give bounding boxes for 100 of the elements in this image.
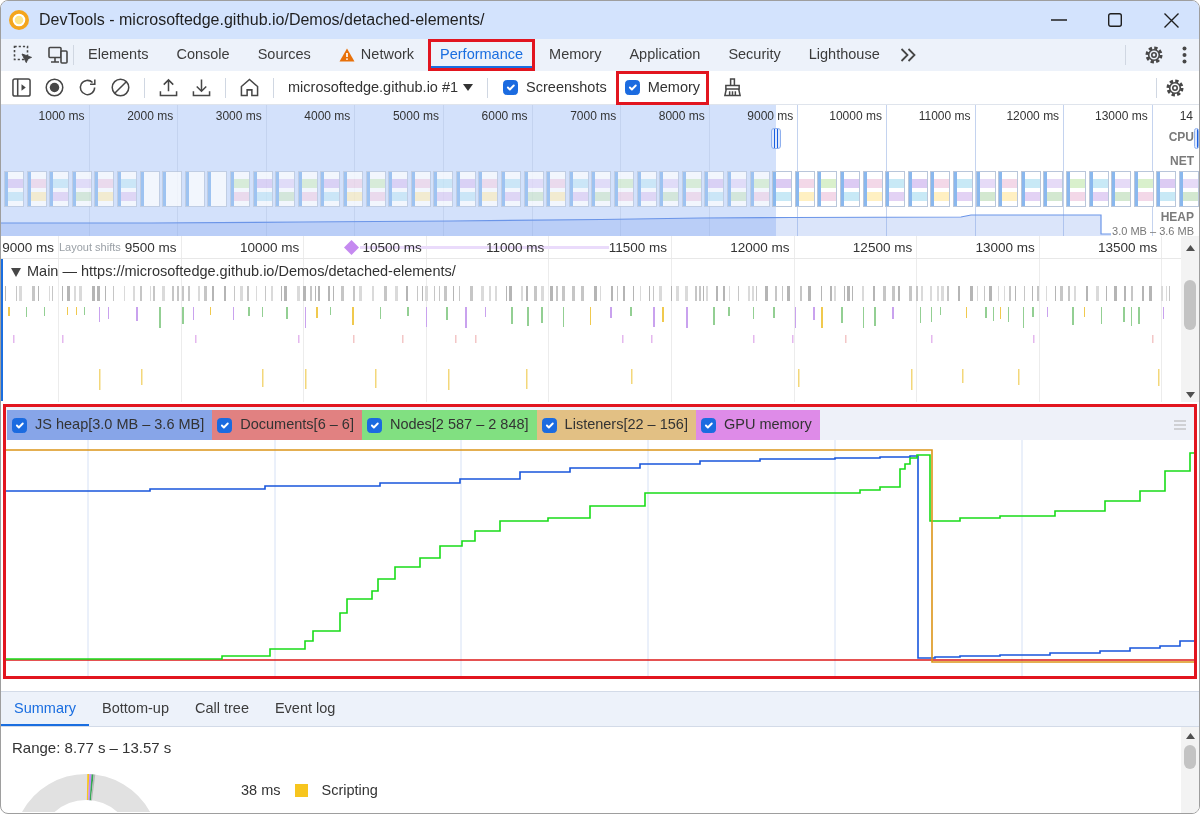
page-thumbnail [342, 171, 363, 207]
grip-lines-icon[interactable] [1174, 420, 1186, 430]
scroll-up-arrow-icon[interactable] [1185, 245, 1195, 251]
page-thumbnail [975, 171, 996, 207]
slashed-circle-icon[interactable] [111, 78, 130, 97]
scrollbar-thumb[interactable] [1184, 745, 1196, 769]
page-thumbnail [1156, 171, 1177, 207]
page-thumbnail [659, 171, 680, 207]
diamond-marker-icon[interactable] [344, 240, 359, 255]
details-tab[interactable]: Summary [1, 692, 90, 726]
page-thumbnail [930, 171, 951, 207]
time-tick-label: 9500 ms [124, 240, 177, 255]
time-tick-label: 10000 ms [239, 240, 300, 255]
time-tick-label: 5000 ms [392, 109, 439, 123]
heap-range-label: 3.0 MB – 3.6 MB [1112, 225, 1194, 238]
page-thumbnail [478, 171, 499, 207]
details-tab[interactable]: Call tree [181, 692, 262, 726]
checkbox-label: Memory [647, 77, 701, 97]
checkbox[interactable] [503, 80, 519, 95]
page-thumbnail [184, 171, 205, 207]
checkbox[interactable] [541, 417, 557, 433]
details-tab[interactable]: Bottom-up [89, 692, 182, 726]
scrollbar-thumb[interactable] [1184, 280, 1196, 330]
time-tick-label: 14 [1179, 109, 1193, 123]
settings-icon[interactable] [1144, 45, 1164, 65]
page-thumbnail [49, 171, 70, 207]
page-thumbnail [207, 171, 228, 207]
page-thumbnail [433, 171, 454, 207]
page-thumbnail [704, 171, 725, 207]
scrollbar[interactable] [1181, 236, 1199, 402]
page-thumbnail [365, 171, 386, 207]
time-tick-label: 3000 ms [215, 109, 262, 123]
devices-icon[interactable] [48, 46, 68, 64]
double-chevron-icon[interactable] [899, 48, 916, 62]
page-thumbnail [139, 171, 160, 207]
page-thumbnail [1178, 171, 1199, 207]
panel-tab[interactable]: Network [324, 39, 429, 71]
page-thumbnail [681, 171, 702, 207]
panel-tab[interactable]: Memory [535, 39, 616, 71]
page-thumbnail [455, 171, 476, 207]
page-thumbnail [4, 171, 24, 207]
page-thumbnail [727, 171, 747, 207]
range-handle[interactable] [771, 128, 781, 149]
page-thumbnail [320, 171, 341, 207]
track-label: Layout shifts [59, 240, 121, 255]
page-thumbnail [885, 171, 906, 207]
disclosure-triangle-icon[interactable] [11, 267, 21, 277]
panel-tab[interactable]: Elements [74, 39, 163, 71]
page-thumbnail [252, 171, 273, 207]
checkbox[interactable] [624, 80, 640, 95]
page-thumbnail [546, 171, 567, 207]
scroll-up-arrow-icon[interactable] [1185, 733, 1195, 739]
upload-icon[interactable] [159, 78, 178, 97]
page-thumbnail [275, 171, 296, 207]
panel-tab[interactable]: Sources [243, 39, 325, 71]
select-element-icon[interactable] [13, 45, 33, 65]
time-tick-label: 4000 ms [304, 109, 351, 123]
page-thumbnail [907, 171, 928, 207]
download-icon[interactable] [192, 78, 211, 97]
panel-tab[interactable]: Console [162, 39, 244, 71]
page-thumbnail [862, 171, 883, 207]
page-thumbnail [523, 171, 544, 207]
panel-tab[interactable]: Lighthouse [794, 39, 894, 71]
counter-label: Documents[6 – 6] [240, 415, 354, 435]
counter-label: Nodes[2 587 – 2 848] [389, 415, 529, 435]
reload-icon[interactable] [78, 78, 97, 97]
page-thumbnail [162, 171, 183, 207]
page-thumbnail [568, 171, 589, 207]
time-tick-label: 13000 ms [1095, 109, 1148, 123]
range-text: Range: 8.77 s – 13.57 s [12, 738, 173, 758]
panel-tab[interactable]: Security [714, 39, 795, 71]
time-tick-label: 7000 ms [570, 109, 617, 123]
page-thumbnail [116, 171, 137, 207]
range-handle[interactable] [1194, 128, 1199, 149]
panel-tab[interactable]: Application [615, 39, 715, 71]
record-icon[interactable] [45, 78, 64, 97]
checkbox[interactable] [700, 417, 716, 433]
checkbox[interactable] [217, 417, 233, 433]
home-icon[interactable] [240, 78, 259, 97]
checkbox[interactable] [12, 417, 27, 433]
scrollbar[interactable] [1181, 727, 1199, 813]
page-thumbnail [297, 171, 318, 207]
settings-icon[interactable] [1165, 77, 1185, 98]
time-tick-label: 10000 ms [829, 109, 882, 123]
sidebar-toggle-icon[interactable] [12, 78, 31, 97]
caret-down-icon [463, 84, 474, 91]
broom-icon[interactable] [723, 78, 743, 97]
app-logo-icon [9, 10, 29, 30]
time-tick-label: 12500 ms [852, 240, 913, 255]
details-tab[interactable]: Event log [261, 692, 349, 726]
panel-tab[interactable]: Performance [431, 42, 533, 68]
page-thumbnail [772, 171, 793, 207]
more-options-icon[interactable] [1182, 46, 1187, 64]
counter-label: GPU memory [723, 415, 812, 435]
time-tick-label: 2000 ms [127, 109, 174, 123]
checkbox[interactable] [366, 417, 382, 433]
page-thumbnail [614, 171, 635, 207]
target-dropdown[interactable]: microsoftedge.github.io #1 [288, 76, 474, 99]
scroll-down-arrow-icon[interactable] [1185, 392, 1195, 398]
page-thumbnail [952, 171, 973, 207]
